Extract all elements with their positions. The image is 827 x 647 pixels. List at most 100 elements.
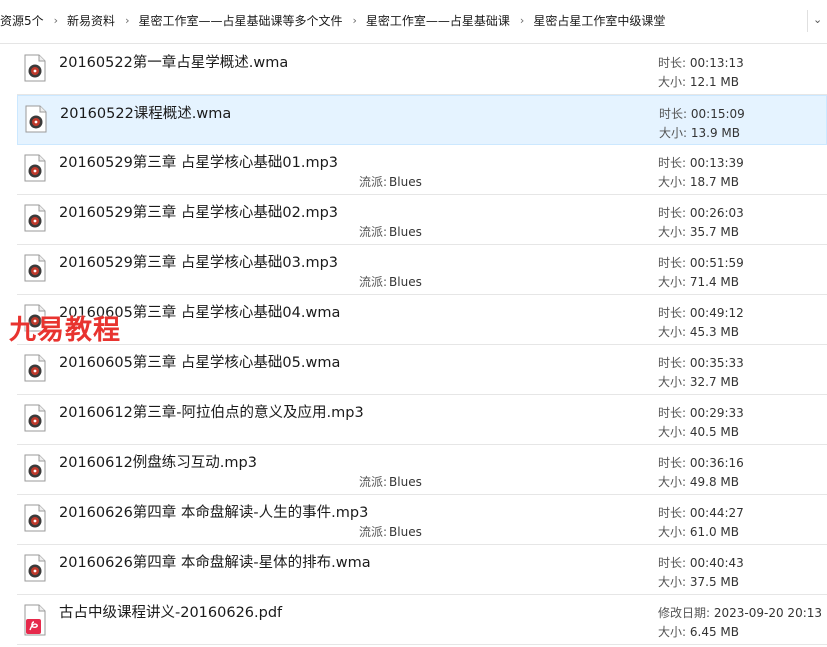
genre-value: Blues: [389, 475, 422, 489]
duration-value: 00:29:33: [689, 406, 744, 420]
file-genre: 流派: Blues: [359, 523, 422, 540]
audio-file-icon: [24, 254, 46, 282]
size-value: 37.5 MB: [689, 575, 739, 589]
duration-label: 时长:: [659, 107, 688, 121]
size-value: 18.7 MB: [689, 175, 739, 189]
size-value: 40.5 MB: [689, 425, 739, 439]
file-row[interactable]: 20160529第三章 占星学核心基础01.mp3 流派: Blues 时长: 00:…: [17, 145, 827, 195]
size-label: 大小:: [658, 225, 687, 239]
file-row[interactable]: 20160612第三章-阿拉伯点的意义及应用.mp3 时长: 00:29:33 大小…: [17, 395, 827, 445]
breadcrumb-item[interactable]: 资源5个: [0, 12, 48, 29]
genre-value: Blues: [389, 225, 422, 239]
duration-value: 00:35:33: [689, 356, 744, 370]
file-details: 时长: 00:35:33 大小: 32.7 MB: [658, 354, 744, 392]
file-name: 20160529第三章 占星学核心基础03.mp3: [59, 255, 339, 271]
genre-value: Blues: [389, 525, 422, 539]
size-value: 35.7 MB: [689, 225, 739, 239]
audio-file-icon: [24, 354, 46, 382]
audio-file-icon: [24, 204, 46, 232]
size-value: 13.9 MB: [690, 126, 740, 140]
size-label: 大小:: [658, 75, 687, 89]
pdf-file-icon: [24, 604, 46, 636]
file-row[interactable]: 20160522第一章占星学概述.wma 时长: 00:13:13 大小: 12.1…: [17, 45, 827, 95]
file-details: 时长: 00:26:03 大小: 35.7 MB: [658, 204, 744, 242]
audio-file-icon: [24, 154, 46, 182]
breadcrumb-item[interactable]: 星密占星工作室中级课堂: [533, 12, 669, 29]
file-name: 20160529第三章 占星学核心基础01.mp3: [59, 155, 339, 171]
modified-value: 2023-09-20 20:13: [713, 606, 823, 620]
file-row[interactable]: 20160529第三章 占星学核心基础03.mp3 流派: Blues 时长: 00:…: [17, 245, 827, 295]
genre-label: 流派:: [359, 525, 388, 539]
file-row[interactable]: 20160626第四章 本命盘解读-人生的事件.mp3 流派: Blues 时长: 0…: [17, 495, 827, 545]
file-details: 时长: 00:40:43 大小: 37.5 MB: [658, 554, 744, 592]
duration-label: 时长:: [658, 356, 687, 370]
duration-label: 时长:: [658, 506, 687, 520]
duration-value: 00:40:43: [689, 556, 744, 570]
size-label: 大小:: [658, 425, 687, 439]
audio-file-icon: [24, 404, 46, 432]
size-value: 12.1 MB: [689, 75, 739, 89]
audio-file-icon: [24, 504, 46, 532]
duration-value: 00:15:09: [690, 107, 745, 121]
size-label: 大小:: [659, 126, 688, 140]
audio-file-icon: [25, 105, 47, 133]
file-name: 20160612例盘练习互动.mp3: [59, 455, 257, 471]
duration-label: 时长:: [658, 556, 687, 570]
breadcrumb-item[interactable]: 星密工作室——占星基础课等多个文件: [138, 12, 346, 29]
size-value: 71.4 MB: [689, 275, 739, 289]
duration-label: 时长:: [658, 406, 687, 420]
file-row[interactable]: 20160626第四章 本命盘解读-星体的排布.wma 时长: 00:40:43 大…: [17, 545, 827, 595]
size-label: 大小:: [658, 325, 687, 339]
audio-file-icon: [24, 54, 46, 82]
file-details: 时长: 00:13:39 大小: 18.7 MB: [658, 154, 744, 192]
size-label: 大小:: [658, 275, 687, 289]
size-value: 45.3 MB: [689, 325, 739, 339]
genre-label: 流派:: [359, 225, 388, 239]
size-value: 49.8 MB: [689, 475, 739, 489]
size-label: 大小:: [658, 625, 687, 639]
breadcrumb: 资源5个 › 新易资料 › 星密工作室——占星基础课等多个文件 › 星密工作室——占星基础课…: [0, 0, 827, 44]
file-name: 20160522第一章占星学概述.wma: [59, 55, 289, 71]
file-name: 20160605第三章 占星学核心基础05.wma: [59, 355, 341, 371]
file-row[interactable]: 20160522课程概述.wma 时长: 00:15:09 大小: 13.9 MB: [17, 95, 827, 145]
file-details: 时长: 00:13:13 大小: 12.1 MB: [658, 54, 744, 92]
genre-label: 流派:: [359, 275, 388, 289]
breadcrumb-separator-icon[interactable]: ›: [119, 14, 138, 27]
file-details: 时长: 00:15:09 大小: 13.9 MB: [659, 105, 745, 143]
file-row[interactable]: 20160612例盘练习互动.mp3 流派: Blues 时长: 00:36:16 大小…: [17, 445, 827, 495]
breadcrumb-separator-icon[interactable]: ›: [48, 14, 67, 27]
file-details: 时长: 00:51:59 大小: 71.4 MB: [658, 254, 744, 292]
breadcrumb-separator-icon[interactable]: ›: [346, 14, 365, 27]
size-label: 大小:: [658, 475, 687, 489]
duration-label: 时长:: [658, 206, 687, 220]
chevron-down-icon: ⌄: [813, 13, 823, 26]
size-label: 大小:: [658, 525, 687, 539]
duration-label: 时长:: [658, 156, 687, 170]
file-details: 时长: 00:49:12 大小: 45.3 MB: [658, 304, 744, 342]
file-list: 20160522第一章占星学概述.wma 时长: 00:13:13 大小: 12.1…: [17, 45, 827, 645]
address-dropdown-button[interactable]: ⌄: [807, 10, 827, 32]
breadcrumb-item[interactable]: 星密工作室——占星基础课: [366, 12, 514, 29]
duration-value: 00:44:27: [689, 506, 744, 520]
file-genre: 流派: Blues: [359, 223, 422, 240]
duration-label: 时长:: [658, 56, 687, 70]
duration-value: 00:13:39: [689, 156, 744, 170]
file-row[interactable]: 古占中级课程讲义-20160626.pdf 修改日期: 2023-09-20 20…: [17, 595, 827, 645]
duration-label: 时长:: [658, 256, 687, 270]
file-row[interactable]: 20160605第三章 占星学核心基础05.wma 时长: 00:35:33 大小:…: [17, 345, 827, 395]
genre-label: 流派:: [359, 175, 388, 189]
file-genre: 流派: Blues: [359, 173, 422, 190]
modified-label: 修改日期:: [658, 606, 711, 620]
watermark: 九易教程: [9, 315, 121, 346]
genre-label: 流派:: [359, 475, 388, 489]
duration-value: 00:26:03: [689, 206, 744, 220]
size-label: 大小:: [658, 575, 687, 589]
file-details: 修改日期: 2023-09-20 20:13 大小: 6.45 MB: [658, 604, 822, 642]
file-name: 20160626第四章 本命盘解读-星体的排布.wma: [59, 555, 371, 571]
file-row[interactable]: 20160529第三章 占星学核心基础02.mp3 流派: Blues 时长: 00:…: [17, 195, 827, 245]
breadcrumb-separator-icon[interactable]: ›: [514, 14, 533, 27]
breadcrumb-item[interactable]: 新易资料: [67, 12, 119, 29]
size-value: 6.45 MB: [689, 625, 739, 639]
file-genre: 流派: Blues: [359, 473, 422, 490]
file-row[interactable]: 20160605第三章 占星学核心基础04.wma 时长: 00:49:12 大小:…: [17, 295, 827, 345]
